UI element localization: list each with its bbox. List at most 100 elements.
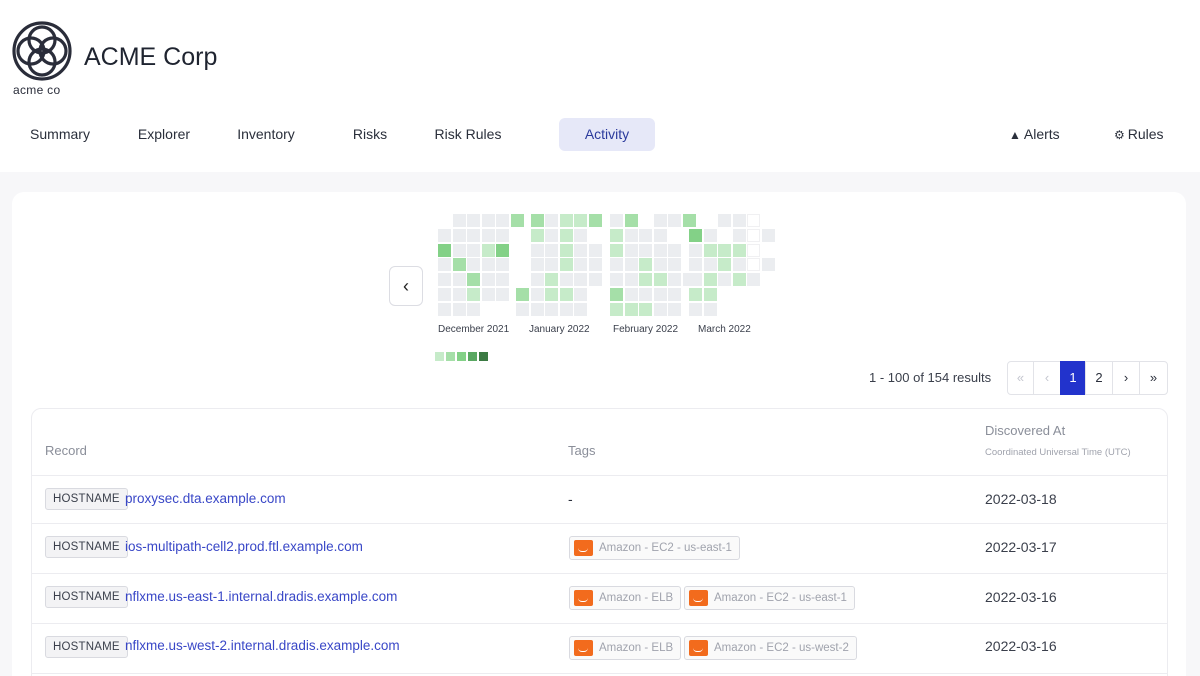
heatmap-day-cell[interactable] [559,258,573,272]
nav-summary[interactable]: Summary [24,118,96,151]
heatmap-day-cell[interactable] [689,243,702,257]
heatmap-day-cell[interactable] [481,228,495,242]
heatmap-day-cell[interactable] [589,258,602,272]
heatmap-day-cell[interactable] [545,243,559,257]
nav-activity[interactable]: Activity [559,118,655,151]
heatmap-day-cell[interactable] [689,302,702,316]
next-page-button[interactable]: › [1112,361,1140,395]
heatmap-day-cell[interactable] [545,214,559,227]
heatmap-day-cell[interactable] [610,214,623,227]
heatmap-day-cell[interactable] [639,273,653,287]
heatmap-day-cell[interactable] [438,288,451,301]
heatmap-day-cell[interactable] [610,288,623,301]
heatmap-day-cell[interactable] [467,302,481,316]
nav-explorer[interactable]: Explorer [128,118,200,151]
heatmap-day-cell[interactable] [589,243,602,257]
heatmap-day-cell[interactable] [653,273,667,287]
heatmap-day-cell[interactable] [481,273,495,287]
heatmap-day-cell[interactable] [732,273,746,287]
heatmap-day-cell[interactable] [438,273,451,287]
heatmap-day-cell[interactable] [668,288,682,301]
heatmap-day-cell[interactable] [732,243,746,257]
heatmap-day-cell[interactable] [511,214,524,227]
heatmap-day-cell[interactable] [703,228,717,242]
heatmap-day-cell[interactable] [545,302,559,316]
heatmap-day-cell[interactable] [496,228,510,242]
acme-logo-icon[interactable] [11,20,73,82]
prev-page-button[interactable]: ‹ [1033,361,1061,395]
heatmap-day-cell[interactable] [653,288,667,301]
heatmap-day-cell[interactable] [639,258,653,272]
heatmap-day-cell[interactable] [481,214,495,227]
heatmap-day-cell[interactable] [452,273,466,287]
heatmap-day-cell[interactable] [574,258,588,272]
nav-inventory[interactable]: Inventory [228,118,304,151]
record-link[interactable]: ios-multipath-cell2.prod.ftl.example.com [125,539,363,554]
heatmap-day-cell[interactable] [516,288,529,301]
page-1-button[interactable]: 1 [1060,361,1086,395]
heatmap-day-cell[interactable] [624,302,638,316]
heatmap-day-cell[interactable] [559,214,573,227]
column-header-discovered[interactable]: Discovered At [985,423,1065,438]
heatmap-day-cell[interactable] [452,258,466,272]
last-page-button[interactable]: » [1139,361,1168,395]
column-header-record[interactable]: Record [45,443,87,458]
heatmap-day-cell[interactable] [653,302,667,316]
heatmap-day-cell[interactable] [574,302,588,316]
heatmap-day-cell[interactable] [589,273,602,287]
heatmap-day-cell[interactable] [732,258,746,272]
heatmap-day-cell[interactable] [668,273,682,287]
heatmap-day-cell[interactable] [718,273,732,287]
heatmap-day-cell[interactable] [624,243,638,257]
heatmap-day-cell[interactable] [639,288,653,301]
heatmap-day-cell[interactable] [610,228,623,242]
cloud-tag[interactable]: Amazon - EC2 - us-east-1 [684,586,855,610]
heatmap-day-cell[interactable] [467,243,481,257]
heatmap-day-cell[interactable] [653,243,667,257]
heatmap-day-cell[interactable] [530,302,544,316]
heatmap-day-cell[interactable] [452,228,466,242]
heatmap-day-cell[interactable] [689,288,702,301]
heatmap-day-cell[interactable] [545,228,559,242]
heatmap-day-cell[interactable] [467,258,481,272]
heatmap-day-cell[interactable] [689,228,702,242]
heatmap-day-cell[interactable] [703,302,717,316]
heatmap-day-cell[interactable] [589,214,602,227]
heatmap-day-cell[interactable] [732,214,746,227]
heatmap-day-cell[interactable] [545,258,559,272]
heatmap-day-cell[interactable] [545,288,559,301]
heatmap-day-cell[interactable] [481,258,495,272]
heatmap-day-cell[interactable] [467,228,481,242]
page-2-button[interactable]: 2 [1085,361,1113,395]
heatmap-day-cell[interactable] [732,228,746,242]
previous-period-button[interactable]: ‹ [389,266,423,306]
heatmap-day-cell[interactable] [624,228,638,242]
heatmap-day-cell[interactable] [559,228,573,242]
heatmap-day-cell[interactable] [452,243,466,257]
nav-rules[interactable]: ⚙ Rules [1114,118,1164,151]
heatmap-day-cell[interactable] [452,214,466,227]
heatmap-day-cell[interactable] [703,243,717,257]
heatmap-day-cell[interactable] [718,214,732,227]
heatmap-day-cell[interactable] [530,214,544,227]
heatmap-day-cell[interactable] [610,273,623,287]
heatmap-day-cell[interactable] [574,214,588,227]
heatmap-day-cell[interactable] [559,288,573,301]
heatmap-day-cell[interactable] [703,258,717,272]
heatmap-day-cell[interactable] [467,214,481,227]
heatmap-day-cell[interactable] [574,288,588,301]
heatmap-day-cell[interactable] [481,288,495,301]
heatmap-day-cell[interactable] [530,228,544,242]
heatmap-day-cell[interactable] [438,228,451,242]
heatmap-day-cell[interactable] [467,273,481,287]
heatmap-day-cell[interactable] [624,288,638,301]
first-page-button[interactable]: « [1007,361,1034,395]
heatmap-day-cell[interactable] [653,228,667,242]
heatmap-day-cell[interactable] [703,288,717,301]
heatmap-day-cell[interactable] [452,302,466,316]
heatmap-day-cell[interactable] [496,243,510,257]
heatmap-day-cell[interactable] [718,243,732,257]
heatmap-day-cell[interactable] [530,258,544,272]
column-header-tags[interactable]: Tags [568,443,595,458]
heatmap-day-cell[interactable] [467,288,481,301]
